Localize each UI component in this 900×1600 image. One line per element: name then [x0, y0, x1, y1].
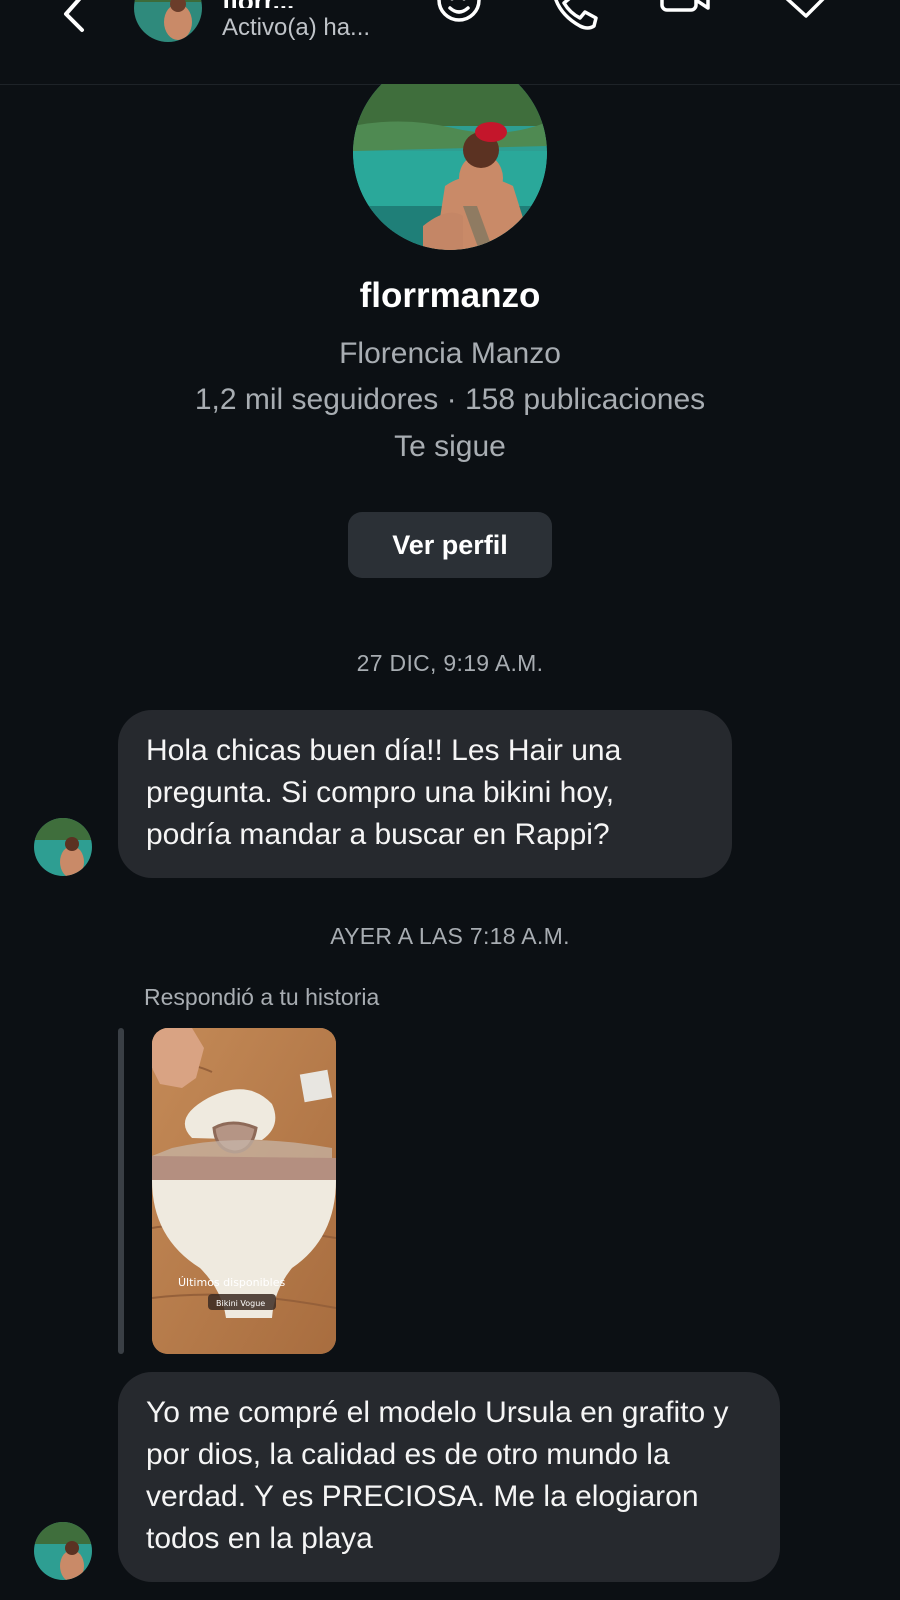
sender-avatar[interactable]: [34, 818, 92, 876]
profile-username: florrmanzo: [359, 276, 541, 315]
profile-full-name: Florencia Manzo: [339, 337, 561, 370]
message-bubble[interactable]: Yo me compré el modelo Ursula en grafito…: [118, 1372, 780, 1582]
header-avatar[interactable]: [134, 0, 202, 42]
video-camera-icon[interactable]: [658, 0, 712, 40]
reply-indicator-bar: [118, 1028, 124, 1354]
story-thumbnail[interactable]: Últimos disponibles Bikini Vogue: [152, 1028, 336, 1354]
chat-header: florr... Activo(a) ha...: [0, 0, 900, 85]
story-tag: Bikini Vogue: [216, 1299, 265, 1308]
profile-avatar[interactable]: [353, 84, 547, 250]
story-caption: Últimos disponibles: [178, 1276, 285, 1289]
message-text: Yo me compré el modelo Ursula en grafito…: [146, 1396, 729, 1555]
follows-you-label: Te sigue: [394, 430, 506, 463]
story-reply-label: Respondió a tu historia: [144, 984, 380, 1010]
phone-icon[interactable]: [548, 0, 602, 40]
back-arrow-icon[interactable]: [56, 0, 96, 40]
active-status: Activo(a) ha...: [222, 14, 371, 41]
timestamp: 27 DIC, 9:19 A.M.: [356, 650, 544, 676]
tag-icon[interactable]: [778, 0, 832, 40]
sticker-icon[interactable]: [432, 0, 486, 40]
message-text: Hola chicas buen día!! Les Hair una preg…: [146, 734, 622, 851]
message-bubble[interactable]: Hola chicas buen día!! Les Hair una preg…: [118, 710, 732, 878]
sender-avatar[interactable]: [34, 1522, 92, 1580]
profile-stats: 1,2 mil seguidores · 158 publicaciones: [194, 383, 706, 416]
header-username[interactable]: florr...: [222, 0, 382, 8]
view-profile-button[interactable]: Ver perfil: [348, 512, 552, 578]
timestamp: AYER A LAS 7:18 A.M.: [330, 923, 570, 949]
